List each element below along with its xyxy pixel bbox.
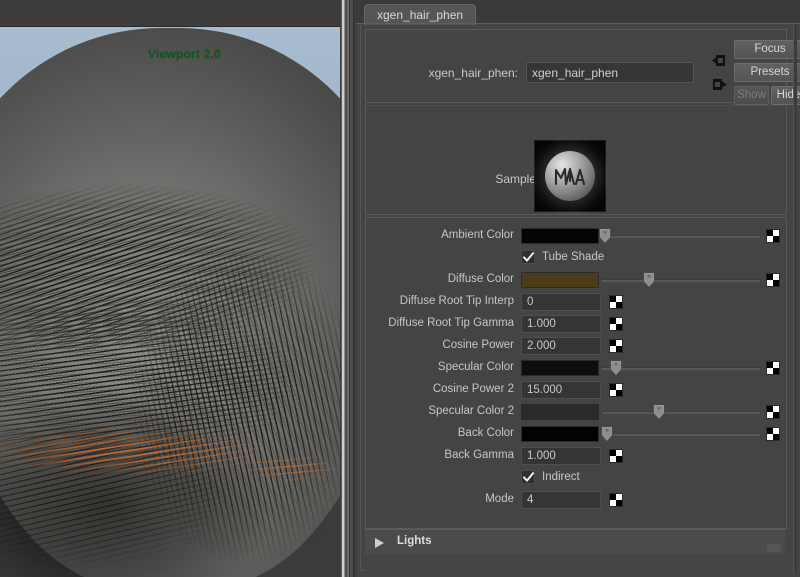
value-input-cosine-power-2[interactable]: 15.000 <box>521 381 601 399</box>
sample-label: Sample <box>495 172 536 186</box>
map-button-diffuse-root-tip-gamma[interactable] <box>609 317 623 331</box>
viewport-panel[interactable]: Viewport 2.0 <box>0 0 340 577</box>
attribute-row-specular-color: Specular Color <box>366 357 786 379</box>
slider-track <box>602 367 760 370</box>
slider-thumb[interactable] <box>599 228 612 245</box>
editor-content: xgen_hair_phen: xgen_hair_phen Focus Pre… <box>360 25 800 577</box>
maya-logo-icon <box>554 167 586 186</box>
slider-track <box>602 433 760 436</box>
attribute-editor: xgen_hair_phen xgen_hair_phen: xgen_hair… <box>356 0 800 577</box>
attribute-label-diffuse-color: Diffuse Color <box>447 273 514 285</box>
focus-button[interactable]: Focus <box>734 40 800 59</box>
value-input-diffuse-root-tip-gamma[interactable]: 1.000 <box>521 315 601 333</box>
slider-track <box>602 411 760 414</box>
attribute-label-back-gamma: Back Gamma <box>444 449 514 461</box>
attribute-row-ambient-color: Ambient Color <box>366 225 786 247</box>
attribute-label-cosine-power: Cosine Power <box>442 339 514 351</box>
attribute-row-indirect: Indirect <box>366 467 786 489</box>
arrow-into-box-icon[interactable] <box>710 51 729 70</box>
attribute-row-back-gamma: Back Gamma 1.000 <box>366 445 786 467</box>
checkbox-indirect[interactable] <box>521 470 535 484</box>
attribute-row-specular-color-2: Specular Color 2 <box>366 401 786 423</box>
map-button-specular-color[interactable] <box>766 361 780 375</box>
map-button-diffuse-color[interactable] <box>766 273 780 287</box>
map-button-mode[interactable] <box>609 493 623 507</box>
color-swatch-specular-color[interactable] <box>521 360 599 376</box>
map-button-specular-color-2[interactable] <box>766 405 780 419</box>
node-name-input[interactable]: xgen_hair_phen <box>526 62 694 83</box>
slider-specular-color-2[interactable] <box>602 403 760 421</box>
editor-right-edge <box>793 25 797 573</box>
attribute-row-cosine-power-2: Cosine Power 2 15.000 <box>366 379 786 401</box>
arrow-out-of-box-icon[interactable] <box>710 75 729 94</box>
color-swatch-diffuse-color[interactable] <box>521 272 599 288</box>
sample-swatch-block: Sample <box>365 105 787 215</box>
map-button-diffuse-root-tip-interp[interactable] <box>609 295 623 309</box>
map-button-back-gamma[interactable] <box>609 449 623 463</box>
slider-thumb[interactable] <box>643 272 656 289</box>
attribute-label-mode: Mode <box>485 493 514 505</box>
slider-thumb[interactable] <box>600 426 613 443</box>
attribute-row-tube-shade: Tube Shade <box>366 247 786 269</box>
tab-xgen-hair-phen[interactable]: xgen_hair_phen <box>364 4 477 25</box>
checkbox-label-indirect: Indirect <box>542 471 580 483</box>
value-input-diffuse-root-tip-interp[interactable]: 0 <box>521 293 601 311</box>
slider-track <box>602 279 760 282</box>
node-name-label: xgen_hair_phen: <box>428 66 518 80</box>
attribute-label-specular-color-2: Specular Color 2 <box>428 405 514 417</box>
triangle-right-icon <box>375 538 384 548</box>
value-input-back-gamma[interactable]: 1.000 <box>521 447 601 465</box>
presets-button[interactable]: Presets <box>734 63 800 82</box>
color-swatch-back-color[interactable] <box>521 426 599 442</box>
attribute-label-ambient-color: Ambient Color <box>441 229 514 241</box>
attribute-label-diffuse-root-tip-interp: Diffuse Root Tip Interp <box>399 295 514 307</box>
attribute-row-diffuse-root-tip-interp: Diffuse Root Tip Interp 0 <box>366 291 786 313</box>
attribute-row-diffuse-color: Diffuse Color <box>366 269 786 291</box>
attribute-label-specular-color: Specular Color <box>437 361 514 373</box>
map-button-cosine-power[interactable] <box>609 339 623 353</box>
attribute-row-back-color: Back Color <box>366 423 786 445</box>
slider-thumb[interactable] <box>610 360 623 377</box>
panel-divider-scrollbar[interactable] <box>340 0 356 577</box>
viewport-top-bar <box>0 0 340 27</box>
slider-specular-color[interactable] <box>602 359 760 377</box>
value-input-cosine-power[interactable]: 2.000 <box>521 337 601 355</box>
node-header-block: xgen_hair_phen: xgen_hair_phen Focus Pre… <box>365 29 800 105</box>
attribute-list: Ambient Color Tube Shade Diffuse Color Diff… <box>365 217 787 529</box>
tab-bar: xgen_hair_phen <box>356 0 800 25</box>
section-lights-label: Lights <box>397 535 432 547</box>
value-input-mode[interactable]: 4 <box>521 491 601 509</box>
checkbox-tube-shade[interactable] <box>521 250 535 264</box>
slider-thumb[interactable] <box>652 404 665 421</box>
attribute-row-diffuse-root-tip-gamma: Diffuse Root Tip Gamma 1.000 <box>366 313 786 335</box>
show-button: Show <box>734 86 769 105</box>
tab-bar-underline <box>356 23 800 24</box>
section-lights[interactable]: Lights <box>365 529 785 555</box>
viewport-renderer-label: Viewport 2.0 <box>148 47 221 61</box>
section-resize-grip[interactable] <box>767 544 781 552</box>
color-swatch-ambient-color[interactable] <box>521 228 599 244</box>
map-button-ambient-color[interactable] <box>766 229 780 243</box>
attribute-row-cosine-power: Cosine Power 2.000 <box>366 335 786 357</box>
hair-specular-highlight-secondary <box>230 448 340 488</box>
attribute-row-mode: Mode 4 <box>366 489 786 511</box>
color-swatch-specular-color-2[interactable] <box>521 404 599 420</box>
checkbox-label-tube-shade: Tube Shade <box>542 251 605 263</box>
maya-window: Viewport 2.0 xgen_hair_phen xgen_hair_ph… <box>0 0 800 577</box>
map-button-cosine-power-2[interactable] <box>609 383 623 397</box>
attribute-label-diffuse-root-tip-gamma: Diffuse Root Tip Gamma <box>388 317 514 329</box>
slider-ambient-color[interactable] <box>599 227 760 245</box>
attribute-label-cosine-power-2: Cosine Power 2 <box>432 383 514 395</box>
slider-diffuse-color[interactable] <box>602 271 760 289</box>
sample-swatch[interactable] <box>534 140 606 212</box>
attribute-label-back-color: Back Color <box>457 427 514 439</box>
editor-bottom-fill <box>365 554 795 577</box>
map-button-back-color[interactable] <box>766 427 780 441</box>
slider-track <box>602 235 760 238</box>
slider-back-color[interactable] <box>600 425 760 443</box>
